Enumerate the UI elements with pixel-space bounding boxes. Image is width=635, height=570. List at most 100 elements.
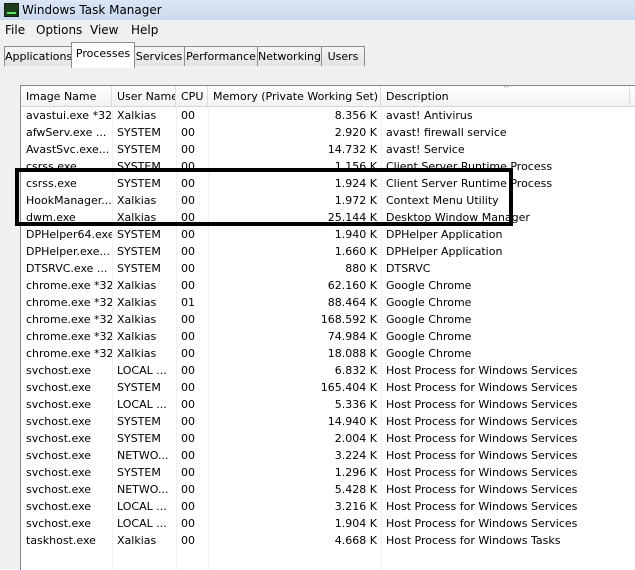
user-name-cell: Xalkias	[117, 534, 157, 547]
cpu-cell: 00	[181, 228, 195, 241]
description-cell: Host Process for Windows Services	[386, 415, 578, 428]
memory-cell: 5.336 K	[334, 398, 377, 411]
table-row[interactable]: DPHelper64.exe SYSTEM 00 1.940 K DPHelper Ap…	[21, 226, 635, 243]
col-user-name[interactable]: User Name	[112, 86, 176, 106]
memory-cell: 165.404 K	[320, 381, 377, 394]
memory-cell: 1.660 K	[334, 245, 377, 258]
description-cell: Host Process for Windows Services	[386, 364, 578, 377]
table-row[interactable]: DPHelper.exe... SYSTEM 00 1.660 K DPHelper A…	[21, 243, 635, 260]
table-row[interactable]: svchost.exe SYSTEM 00 1.296 K Host Process f…	[21, 464, 635, 481]
user-name-cell: NETWO...	[117, 449, 169, 462]
image-name-cell: DTSRVC.exe ...	[26, 262, 108, 275]
cpu-cell: 00	[181, 500, 195, 513]
cpu-cell: 00	[181, 398, 195, 411]
table-row[interactable]: chrome.exe *32 Xalkias 00 18.088 K Google Ch…	[21, 345, 635, 362]
memory-cell: 1.904 K	[334, 517, 377, 530]
user-name-cell: SYSTEM	[117, 126, 161, 139]
user-name-cell: SYSTEM	[117, 432, 161, 445]
image-name-cell: svchost.exe	[26, 466, 92, 479]
cpu-cell: 00	[181, 245, 195, 258]
description-cell: Google Chrome	[386, 347, 472, 360]
description-cell: avast! Service	[386, 143, 465, 156]
image-name-cell: svchost.exe	[26, 517, 92, 530]
user-name-cell: SYSTEM	[117, 415, 161, 428]
description-cell: Google Chrome	[386, 296, 472, 309]
table-row[interactable]: svchost.exe NETWO... 00 3.224 K Host Process…	[21, 447, 635, 464]
memory-cell: 18.088 K	[327, 347, 377, 360]
cpu-cell: 00	[181, 415, 195, 428]
memory-cell: 14.940 K	[327, 415, 377, 428]
tab-services[interactable]: Services	[133, 46, 185, 66]
memory-cell: 88.464 K	[327, 296, 377, 309]
image-name-cell: svchost.exe	[26, 381, 92, 394]
table-row[interactable]: AvastSvc.exe... SYSTEM 00 14.732 K avast! Se…	[21, 141, 635, 158]
table-row[interactable]: svchost.exe SYSTEM 00 14.940 K Host Process …	[21, 413, 635, 430]
cpu-cell: 00	[181, 279, 195, 292]
menu-options[interactable]: Options	[36, 23, 82, 37]
cpu-cell: 00	[181, 126, 195, 139]
memory-cell: 14.732 K	[327, 143, 377, 156]
description-cell: Google Chrome	[386, 279, 472, 292]
image-name-cell: afwServ.exe ...	[26, 126, 107, 139]
col-memory[interactable]: Memory (Private Working Set)	[208, 86, 381, 106]
col-cpu[interactable]: CPU	[176, 86, 208, 106]
menu-help[interactable]: Help	[131, 23, 158, 37]
user-name-cell: LOCAL ...	[117, 517, 167, 530]
table-row[interactable]: svchost.exe LOCAL ... 00 6.832 K Host Proces…	[21, 362, 635, 379]
image-name-cell: DPHelper64.exe	[26, 228, 112, 241]
description-cell: Google Chrome	[386, 330, 472, 343]
table-row[interactable]: chrome.exe *32 Xalkias 01 88.464 K Google Ch…	[21, 294, 635, 311]
cpu-cell: 00	[181, 517, 195, 530]
image-name-cell: chrome.exe *32	[26, 347, 112, 360]
description-cell: DPHelper Application	[386, 228, 503, 241]
table-row[interactable]: svchost.exe SYSTEM 00 165.404 K Host Process…	[21, 379, 635, 396]
tab-networking[interactable]: Networking	[257, 46, 322, 66]
tab-strip: Applications Processes Services Performa…	[0, 40, 635, 68]
user-name-cell: NETWO...	[117, 483, 169, 496]
description-cell: Host Process for Windows Services	[386, 432, 578, 445]
user-name-cell: SYSTEM	[117, 466, 161, 479]
table-row[interactable]: chrome.exe *32 Xalkias 00 62.160 K Google Ch…	[21, 277, 635, 294]
user-name-cell: SYSTEM	[117, 228, 161, 241]
table-row[interactable]: svchost.exe LOCAL ... 00 1.904 K Host Proces…	[21, 515, 635, 532]
tab-applications[interactable]: Applications	[4, 46, 72, 66]
cpu-cell: 00	[181, 262, 195, 275]
memory-cell: 3.224 K	[334, 449, 377, 462]
image-name-cell: DPHelper.exe...	[26, 245, 110, 258]
menu-view[interactable]: View	[90, 23, 118, 37]
table-row[interactable]: svchost.exe SYSTEM 00 2.004 K Host Process f…	[21, 430, 635, 447]
tab-performance[interactable]: Performance	[184, 46, 258, 66]
process-list[interactable]: Image Name User Name CPU Memory (Private…	[20, 85, 635, 570]
table-row[interactable]: svchost.exe LOCAL ... 00 5.336 K Host Proces…	[21, 396, 635, 413]
user-name-cell: LOCAL ...	[117, 398, 167, 411]
memory-cell: 1.296 K	[334, 466, 377, 479]
tab-processes[interactable]: Processes	[71, 42, 135, 68]
table-row[interactable]: afwServ.exe ... SYSTEM 00 2.920 K avast! fir…	[21, 124, 635, 141]
image-name-cell: svchost.exe	[26, 398, 92, 411]
processes-panel: Image Name User Name CPU Memory (Private…	[0, 67, 635, 570]
cpu-cell: 00	[181, 381, 195, 394]
table-row[interactable]: svchost.exe LOCAL ... 00 3.216 K Host Proces…	[21, 498, 635, 515]
cpu-cell: 01	[181, 296, 195, 309]
table-row[interactable]: avastui.exe *32 Xalkias 00 8.356 K avast! An…	[21, 107, 635, 124]
memory-cell: 74.984 K	[327, 330, 377, 343]
col-image-name[interactable]: Image Name	[21, 86, 112, 106]
tab-users[interactable]: Users	[321, 46, 365, 66]
table-row[interactable]: chrome.exe *32 Xalkias 00 74.984 K Google Ch…	[21, 328, 635, 345]
cpu-cell: 00	[181, 143, 195, 156]
table-row[interactable]: chrome.exe *32 Xalkias 00 168.592 K Google C…	[21, 311, 635, 328]
table-row[interactable]: svchost.exe NETWO... 00 5.428 K Host Process…	[21, 481, 635, 498]
cpu-cell: 00	[181, 347, 195, 360]
highlight-box	[15, 168, 513, 226]
table-row[interactable]: taskhost.exe Xalkias 00 4.668 K Host Process…	[21, 532, 635, 549]
memory-cell: 8.356 K	[334, 109, 377, 122]
memory-cell: 5.428 K	[334, 483, 377, 496]
cpu-cell: 00	[181, 449, 195, 462]
table-row[interactable]: DTSRVC.exe ... SYSTEM 00 880 K DTSRVC	[21, 260, 635, 277]
memory-cell: 1.940 K	[334, 228, 377, 241]
description-cell: Host Process for Windows Services	[386, 381, 578, 394]
list-header: Image Name User Name CPU Memory (Private…	[21, 86, 635, 107]
image-name-cell: chrome.exe *32	[26, 313, 112, 326]
memory-cell: 168.592 K	[320, 313, 377, 326]
menu-file[interactable]: File	[5, 23, 25, 37]
